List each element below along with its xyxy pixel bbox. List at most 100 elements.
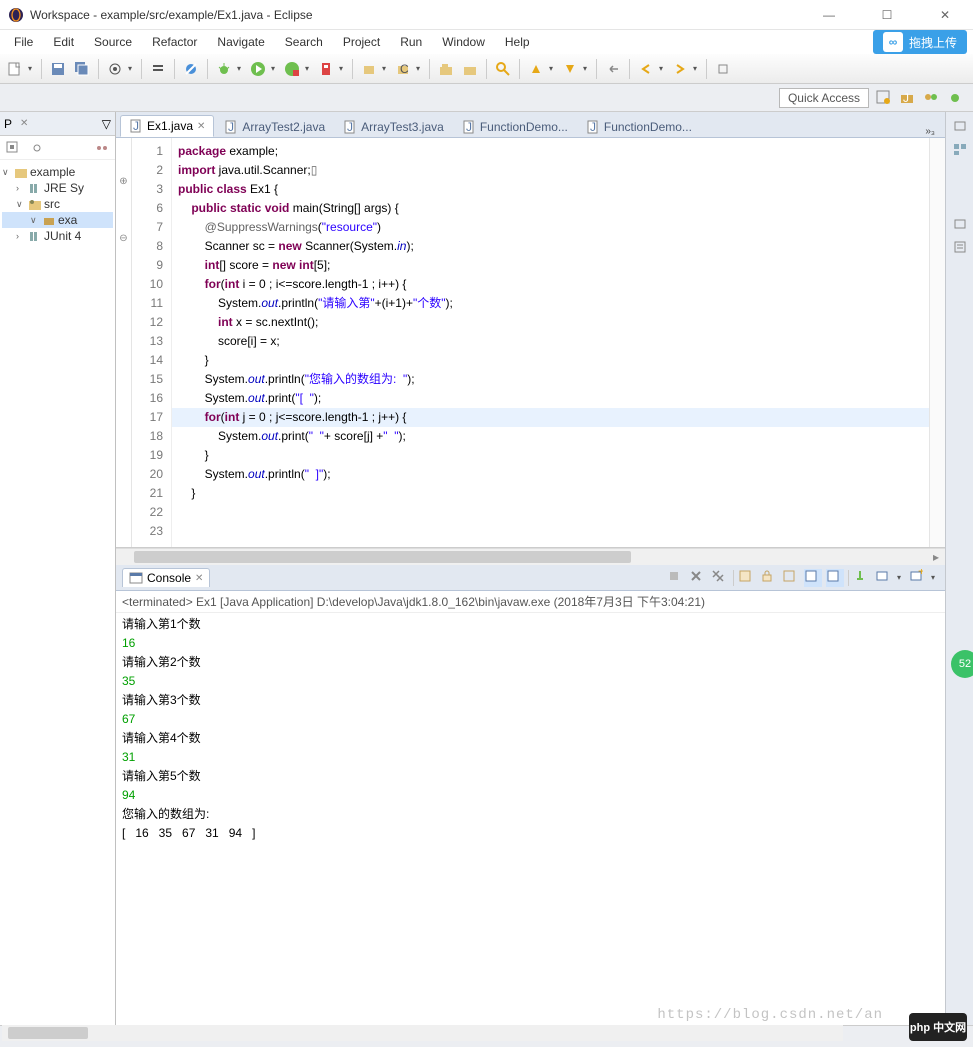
quick-access[interactable]: Quick Access [779, 88, 869, 108]
console-output[interactable]: 请输入第1个数16请输入第2个数35请输入第3个数67请输入第4个数31请输入第… [116, 613, 945, 1025]
editor-h-scrollbar[interactable]: ▸ [116, 548, 945, 565]
menu-window[interactable]: Window [434, 33, 493, 51]
window-controls: — ☐ ✕ [809, 2, 965, 28]
tree-jre[interactable]: JRE Sy [44, 181, 84, 195]
upload-button[interactable]: ∞ 拖拽上传 [873, 30, 967, 54]
tree-junit[interactable]: JUnit 4 [44, 229, 81, 243]
editor-tab[interactable]: JFunctionDemo... [454, 117, 576, 137]
show-stderr-icon[interactable] [826, 569, 844, 587]
outline-icon[interactable] [953, 142, 967, 156]
menu-refactor[interactable]: Refactor [144, 33, 205, 51]
line-gutter[interactable]: 12367891011121314151617181920212223 [132, 138, 172, 547]
editor-tab-label: Ex1.java [147, 119, 193, 133]
code-editor[interactable]: ⊕⊖ 12367891011121314151617181920212223 p… [116, 138, 945, 548]
show-console-icon[interactable] [804, 569, 822, 587]
menu-search[interactable]: Search [277, 33, 331, 51]
svg-text:J: J [133, 119, 139, 133]
svg-text:J: J [590, 120, 596, 134]
open-type-button[interactable] [435, 58, 457, 80]
console-icon [129, 571, 143, 585]
editor-tab[interactable]: J Ex1.java ✕ [120, 115, 214, 137]
right-trim [945, 112, 973, 1025]
project-tree[interactable]: ∨example ›JRE Sy ∨src ∨exa ›JUnit 4 [0, 160, 115, 1025]
overview-ruler[interactable] [929, 138, 945, 547]
menu-navigate[interactable]: Navigate [209, 33, 272, 51]
open-perspective-icon[interactable] [875, 89, 893, 107]
focus-task-icon[interactable] [95, 141, 109, 155]
tree-package[interactable]: exa [58, 213, 77, 227]
menubar: File Edit Source Refactor Navigate Searc… [0, 30, 973, 54]
annotation-next-button[interactable] [559, 58, 581, 80]
team-perspective-icon[interactable] [923, 89, 941, 107]
pin-console-icon[interactable] [853, 569, 871, 587]
new-button[interactable] [4, 58, 26, 80]
editor-tab[interactable]: JArrayTest2.java [216, 117, 333, 137]
php-logo: php 中文网 [909, 1013, 967, 1041]
close-icon[interactable]: ✕ [195, 573, 203, 584]
search-button[interactable] [492, 58, 514, 80]
clear-console-icon[interactable] [738, 569, 756, 587]
save-button[interactable] [47, 58, 69, 80]
new-package-button[interactable] [358, 58, 380, 80]
view-menu-icon[interactable]: ▽ [102, 117, 111, 131]
pin-editor-button[interactable] [712, 58, 734, 80]
external-tools-button[interactable] [315, 58, 337, 80]
close-icon[interactable]: ✕ [197, 121, 205, 132]
editor-tabs: J Ex1.java ✕ JArrayTest2.javaJArrayTest3.ja… [116, 112, 945, 138]
tree-src[interactable]: src [44, 197, 60, 211]
eclipse-icon [8, 7, 24, 23]
run-button[interactable] [247, 58, 269, 80]
word-wrap-icon[interactable] [782, 569, 800, 587]
terminate-icon[interactable] [667, 569, 685, 587]
console-tab[interactable]: Console ✕ [122, 568, 210, 587]
forward-button[interactable] [669, 58, 691, 80]
editor-overflow-icon[interactable]: »₃ [915, 126, 945, 137]
restore-icon[interactable] [953, 118, 967, 132]
menu-edit[interactable]: Edit [45, 33, 82, 51]
scroll-lock-icon[interactable] [760, 569, 778, 587]
remove-all-icon[interactable] [711, 569, 729, 587]
package-icon [42, 213, 56, 227]
svg-text:J: J [466, 120, 472, 134]
debug-perspective-icon[interactable] [947, 89, 965, 107]
editor-tab[interactable]: JArrayTest3.java [335, 117, 452, 137]
sidebar-h-scrollbar[interactable] [2, 1025, 843, 1041]
menu-help[interactable]: Help [497, 33, 538, 51]
menu-project[interactable]: Project [335, 33, 388, 51]
remove-launch-icon[interactable] [689, 569, 707, 587]
sidebar-tab[interactable]: P [4, 117, 12, 131]
minimize-button[interactable]: — [809, 2, 849, 28]
titlebar: Workspace - example/src/example/Ex1.java… [0, 0, 973, 30]
open-task-button[interactable] [459, 58, 481, 80]
svg-text:J: J [903, 91, 909, 105]
breakpoint-button[interactable] [147, 58, 169, 80]
annotation-prev-button[interactable] [525, 58, 547, 80]
display-console-icon[interactable] [875, 569, 893, 587]
close-button[interactable]: ✕ [925, 2, 965, 28]
editor-tab[interactable]: JFunctionDemo... [578, 117, 700, 137]
tree-project[interactable]: example [30, 165, 75, 179]
toggle-breadcrumb-button[interactable] [104, 58, 126, 80]
skip-breakpoints-button[interactable] [180, 58, 202, 80]
menu-file[interactable]: File [6, 33, 41, 51]
minimize-icon[interactable] [953, 216, 967, 230]
code-content[interactable]: package example;import java.util.Scanner… [172, 138, 929, 547]
maximize-button[interactable]: ☐ [867, 2, 907, 28]
notification-badge[interactable]: 52 [951, 650, 973, 678]
last-edit-button[interactable] [602, 58, 624, 80]
coverage-button[interactable] [281, 58, 303, 80]
java-perspective-icon[interactable]: J [899, 89, 917, 107]
new-class-button[interactable]: C [392, 58, 414, 80]
close-icon[interactable]: ✕ [20, 118, 28, 129]
task-list-icon[interactable] [953, 240, 967, 254]
save-all-button[interactable] [71, 58, 93, 80]
java-file-icon: J [129, 119, 143, 133]
debug-button[interactable] [213, 58, 235, 80]
link-editor-icon[interactable] [30, 141, 44, 155]
menu-source[interactable]: Source [86, 33, 140, 51]
menu-run[interactable]: Run [392, 33, 430, 51]
new-console-icon[interactable]: + [909, 569, 927, 587]
marker-bar[interactable]: ⊕⊖ [116, 138, 132, 547]
collapse-all-icon[interactable] [6, 141, 20, 155]
back-button[interactable] [635, 58, 657, 80]
